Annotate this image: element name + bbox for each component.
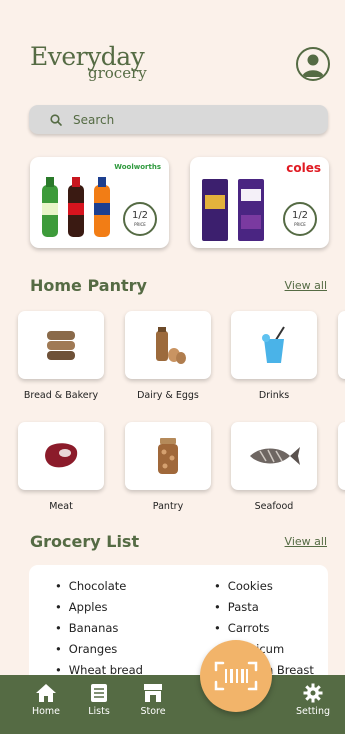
soft-drinks-image [42, 177, 110, 237]
list-item: Chocolate [55, 579, 143, 600]
half-price-fraction: 1/2 [291, 210, 309, 221]
home-icon [36, 684, 56, 702]
category-label: Dairy & Eggs [137, 390, 199, 401]
list-icon [91, 684, 107, 702]
nav-setting-label: Setting [295, 706, 330, 717]
grocery-list-view-all-link[interactable]: View all [285, 535, 327, 548]
bread-icon [47, 331, 75, 360]
user-icon [302, 54, 324, 77]
search-input[interactable] [73, 112, 273, 127]
category-tile-more-2[interactable] [338, 422, 345, 490]
logo-line2: grocery [88, 64, 147, 82]
app-logo: Everyday grocery [30, 42, 160, 84]
store-logo-coles: coles [286, 161, 321, 175]
category-label: Seafood [254, 501, 294, 512]
home-pantry-title: Home Pantry [30, 276, 147, 295]
gear-icon [303, 683, 323, 703]
category-label: Pantry [152, 501, 184, 512]
nav-lists[interactable]: Lists [74, 683, 124, 717]
jar-icon [158, 438, 178, 474]
list-item: Oranges [55, 642, 143, 663]
search-icon [50, 113, 62, 126]
category-tile-more-1[interactable] [338, 311, 345, 379]
nav-setting[interactable]: Setting [288, 683, 338, 717]
promo-card-coles[interactable]: coles 1/2 PRICE [190, 157, 329, 248]
app: Everyday grocery Woolworths 1 [0, 0, 345, 734]
barcode-scan-button[interactable] [200, 640, 272, 712]
barcode-scan-icon [214, 661, 258, 691]
category-label: Drinks [258, 390, 290, 401]
search-bar[interactable] [29, 105, 328, 134]
home-pantry-view-all-link[interactable]: View all [285, 279, 327, 292]
list-item: Apples [55, 600, 143, 621]
list-item: Bananas [55, 621, 143, 642]
half-price-fraction: 1/2 [131, 210, 149, 221]
half-price-text: PRICE [134, 222, 146, 227]
store-icon [144, 684, 162, 702]
list-item: Pasta [214, 600, 314, 621]
profile-avatar-button[interactable] [296, 47, 330, 81]
nav-home[interactable]: Home [21, 683, 71, 717]
category-label: Bread & Bakery [23, 390, 99, 401]
category-tile-pantry[interactable] [125, 422, 211, 490]
category-label: Meat [49, 501, 73, 512]
list-item: Cookies [214, 579, 314, 600]
category-tile-seafood[interactable] [231, 422, 317, 490]
steak-icon [45, 443, 78, 468]
store-logo-woolworths: Woolworths [114, 163, 161, 171]
milk-eggs-icon [156, 327, 186, 364]
nav-home-label: Home [31, 706, 61, 717]
bottom-nav: Home Lists Store Setting [0, 675, 345, 734]
category-tile-drinks[interactable] [231, 311, 317, 379]
fish-icon [250, 447, 300, 465]
nav-store[interactable]: Store [128, 683, 178, 717]
category-tile-meat[interactable] [18, 422, 104, 490]
drink-icon [262, 326, 285, 363]
category-tile-bread[interactable] [18, 311, 104, 379]
grocery-list-title: Grocery List [30, 532, 140, 551]
half-price-text: PRICE [294, 222, 306, 227]
nav-lists-label: Lists [88, 706, 110, 717]
chocolate-bars-image [202, 179, 264, 241]
category-tile-dairy[interactable] [125, 311, 211, 379]
list-item: Carrots [214, 621, 314, 642]
grocery-list-column-1: Chocolate Apples Bananas Oranges Wheat b… [55, 579, 143, 684]
half-price-badge: 1/2 PRICE [283, 202, 317, 236]
nav-store-label: Store [140, 706, 166, 717]
promo-card-woolworths[interactable]: Woolworths 1/2 PRICE [30, 157, 169, 248]
half-price-badge: 1/2 PRICE [123, 202, 157, 236]
